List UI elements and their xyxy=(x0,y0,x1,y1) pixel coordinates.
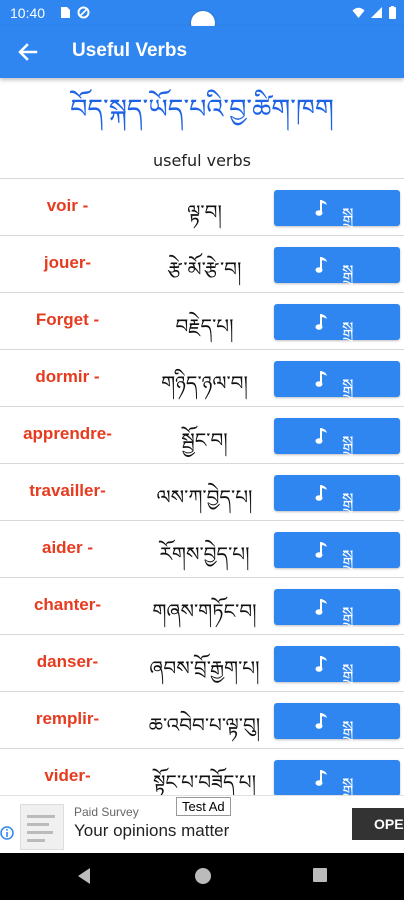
verb-row: remplir- ཆ་འབེབ་པ་ལྟ་བུ། སྒྲ xyxy=(0,691,404,748)
french-verb: jouer- xyxy=(43,253,92,272)
tibetan-heading: བོད་སྐད་ཡོད་པའི་བྱ་ཚིག་ཁག xyxy=(70,94,334,125)
ad-open-button[interactable]: OPEN xyxy=(352,808,404,840)
verb-row: danser- ཞབས་བྲོ་རྒྱག་པ། སྒྲ xyxy=(0,634,404,691)
play-audio-button[interactable]: སྒྲ xyxy=(274,418,400,454)
music-note-icon xyxy=(315,713,327,729)
french-verb: chanter- xyxy=(33,595,102,614)
verb-row: jouer- རྩེ་མོ་རྩེ་བ། སྒྲ xyxy=(0,235,404,292)
french-verb: voir - xyxy=(46,196,89,215)
nav-home-icon[interactable] xyxy=(194,867,212,885)
verb-row: travailler- ལས་ཀ་བྱེད་པ། སྒྲ xyxy=(0,463,404,520)
french-verb: travailler- xyxy=(29,481,106,500)
play-audio-button[interactable]: སྒྲ xyxy=(274,190,400,226)
play-audio-button[interactable]: སྒྲ xyxy=(274,532,400,568)
back-arrow-icon[interactable] xyxy=(14,39,42,65)
french-verb: apprendre- xyxy=(23,424,112,443)
play-audio-button[interactable]: སྒྲ xyxy=(274,247,400,283)
verb-list: voir - ལྟ་བ། སྒྲ jouer- རྩེ་མོ་རྩེ་བ། སྒྲ Forg… xyxy=(0,178,404,805)
page-title: Useful Verbs xyxy=(72,40,188,61)
play-audio-button[interactable]: སྒྲ xyxy=(274,304,400,340)
music-note-icon xyxy=(315,770,327,786)
music-note-icon xyxy=(315,314,327,330)
play-audio-button[interactable]: སྒྲ xyxy=(274,589,400,625)
status-time: 10:40 xyxy=(10,5,46,21)
battery-icon xyxy=(389,6,396,19)
ad-thumbnail xyxy=(20,804,64,850)
french-verb: aider - xyxy=(41,538,94,557)
verb-row: aider - རོགས་བྱེད་པ། སྒྲ xyxy=(0,520,404,577)
french-verb: dormir - xyxy=(35,367,100,386)
music-note-icon xyxy=(315,428,327,444)
subtitle: useful verbs xyxy=(152,151,251,170)
play-audio-button[interactable]: སྒྲ xyxy=(274,646,400,682)
verb-row: voir - ལྟ་བ། སྒྲ xyxy=(0,178,404,235)
verb-row: Forget - བརྗེད་པ། སྒྲ xyxy=(0,292,404,349)
ad-sponsor: Paid Survey xyxy=(74,805,139,819)
french-verb: danser- xyxy=(36,652,99,671)
sd-card-icon xyxy=(61,7,70,18)
play-audio-button[interactable]: སྒྲ xyxy=(274,703,400,739)
verb-row: dormir - གཉིད་ཉལ་བ། སྒྲ xyxy=(0,349,404,406)
play-audio-button[interactable]: སྒྲ xyxy=(274,361,400,397)
music-note-icon xyxy=(315,599,327,615)
wifi-icon xyxy=(352,7,365,18)
system-nav-bar xyxy=(0,853,404,900)
data-saver-icon xyxy=(77,6,90,19)
music-note-icon xyxy=(315,656,327,672)
play-audio-button[interactable]: སྒྲ xyxy=(274,760,400,796)
verb-row: apprendre- སྦྱོང་བ། སྒྲ xyxy=(0,406,404,463)
music-note-icon xyxy=(315,542,327,558)
ad-test-tag: Test Ad xyxy=(176,797,231,816)
music-note-icon xyxy=(315,371,327,387)
music-note-icon xyxy=(315,257,327,273)
nav-back-icon[interactable] xyxy=(76,867,92,885)
app-bar: Useful Verbs xyxy=(0,26,404,78)
signal-icon xyxy=(371,7,382,18)
music-note-icon xyxy=(315,200,327,216)
ad-info-icon[interactable] xyxy=(0,826,14,840)
french-verb: Forget - xyxy=(35,310,100,329)
music-note-icon xyxy=(315,485,327,501)
french-verb: vider- xyxy=(44,766,91,785)
verb-row: chanter- གཞས་གཏོང་བ། སྒྲ xyxy=(0,577,404,634)
nav-recents-icon[interactable] xyxy=(312,867,328,883)
ad-banner[interactable]: Paid Survey Test Ad Your opinions matter… xyxy=(0,795,404,854)
ad-headline: Your opinions matter xyxy=(74,821,230,840)
french-verb: remplir- xyxy=(35,709,100,728)
play-audio-button[interactable]: སྒྲ xyxy=(274,475,400,511)
